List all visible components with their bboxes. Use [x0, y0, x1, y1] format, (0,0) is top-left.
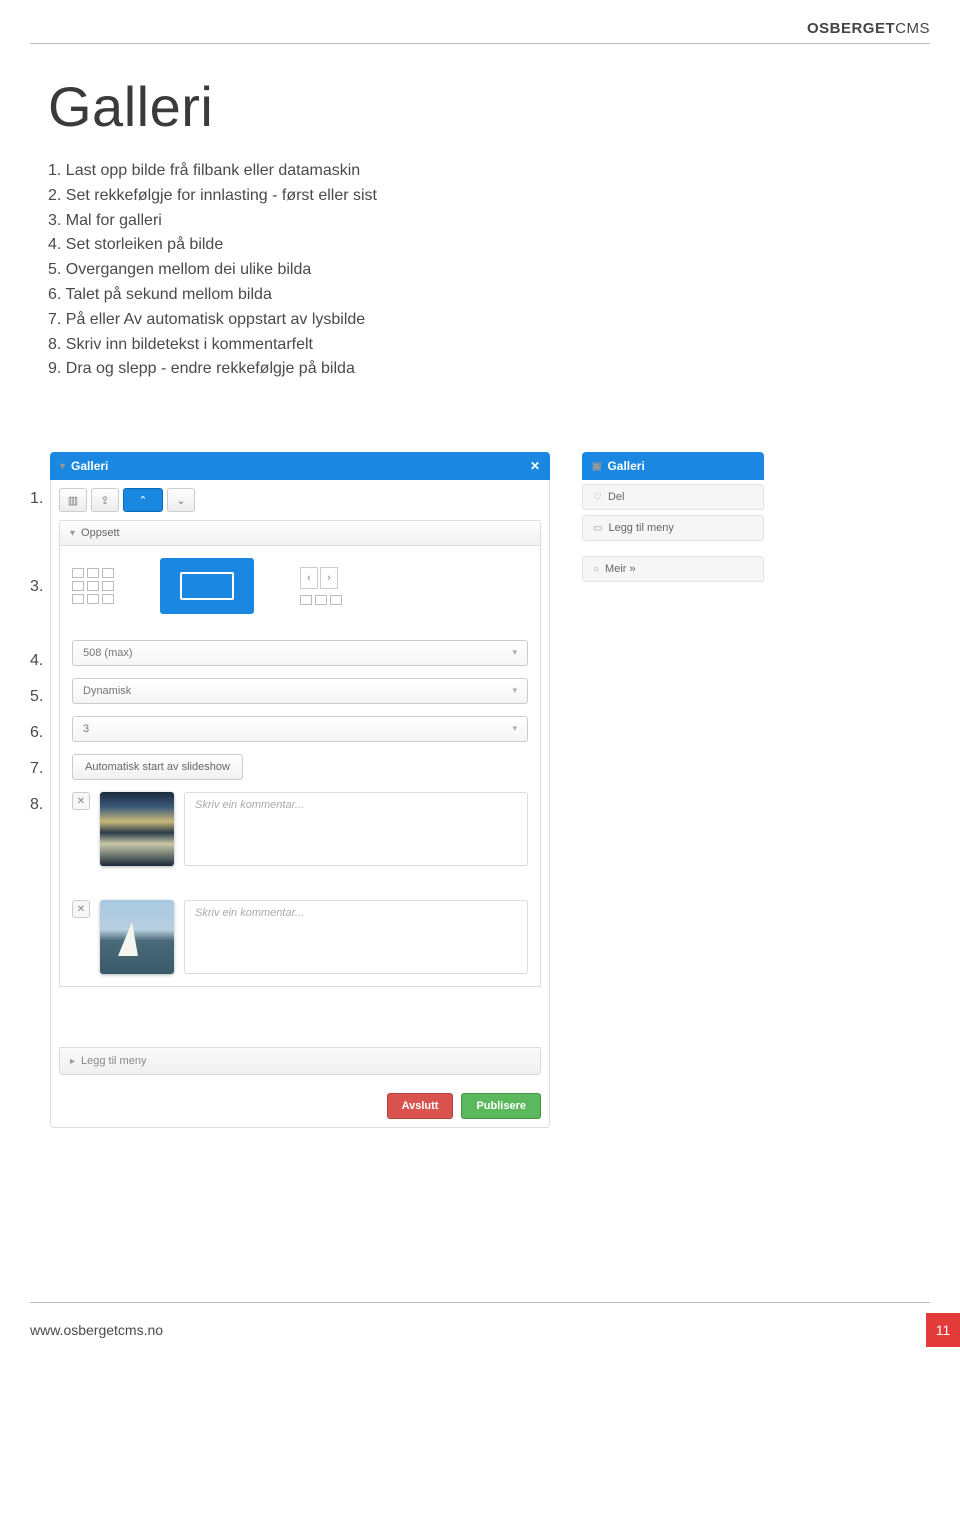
- sidebar-item-more[interactable]: ○ Meir »: [582, 556, 764, 582]
- instructions-list: 1. Last opp bilde frå filbank eller data…: [48, 159, 960, 382]
- comment-input[interactable]: Skriv ein kommentar...: [184, 792, 528, 866]
- side-panel-header[interactable]: ▣ Galleri: [582, 452, 764, 480]
- template-slideshow[interactable]: [160, 558, 254, 614]
- callout-7: 7.: [30, 760, 43, 778]
- page-title: Galleri: [48, 74, 960, 139]
- sidebar-item-label: Del: [608, 491, 625, 503]
- chevron-down-icon: ▾: [60, 461, 65, 472]
- callout-8: 8.: [30, 796, 43, 814]
- arrow-right-icon: ›: [320, 567, 338, 589]
- chevron-right-icon: ▸: [70, 1056, 75, 1067]
- callout-6: 6.: [30, 724, 43, 742]
- instruction-item: 7. På eller Av automatisk oppstart av ly…: [48, 308, 960, 333]
- comment-input[interactable]: Skriv ein kommentar...: [184, 900, 528, 974]
- brand-bold: OSBERGET: [807, 20, 895, 37]
- instruction-item: 2. Set rekkefølgje for innlasting - førs…: [48, 184, 960, 209]
- layout-template-options: ‹›: [72, 558, 528, 614]
- template-carousel[interactable]: ‹›: [300, 567, 342, 605]
- heart-icon: ♡: [593, 492, 602, 503]
- arrow-left-icon: ‹: [300, 567, 318, 589]
- add-menu-label: Legg til meny: [81, 1055, 146, 1067]
- instruction-item: 5. Overgangen mellom dei ulike bilda: [48, 258, 960, 283]
- accordion-body: ‹› 508 (max) Dynamisk 3 Automatisk start…: [59, 546, 541, 987]
- image-row[interactable]: ✕ Skriv ein kommentar...: [72, 900, 528, 974]
- chevron-down-icon: ▾: [70, 528, 75, 539]
- close-icon[interactable]: ✕: [530, 459, 540, 473]
- instruction-item: 8. Skriv inn bildetekst i kommentarfelt: [48, 333, 960, 358]
- sidebar-item-addmenu[interactable]: ▭ Legg til meny: [582, 515, 764, 541]
- accordion-oppsett[interactable]: ▾ Oppsett: [59, 520, 541, 546]
- panel-title: Galleri: [71, 459, 108, 473]
- transition-select[interactable]: Dynamisk: [72, 678, 528, 704]
- remove-image-button[interactable]: ✕: [72, 900, 90, 918]
- instruction-item: 3. Mal for galleri: [48, 209, 960, 234]
- cancel-button[interactable]: Avslutt: [387, 1093, 454, 1119]
- gallery-thumbnail[interactable]: [100, 900, 174, 974]
- page-footer: www.osbergetcms.no 11: [30, 1302, 930, 1347]
- template-grid[interactable]: [72, 568, 114, 604]
- header-divider: [30, 43, 930, 44]
- gallery-editor-panel: ▾ Galleri ✕ ▥ ⇪ ⌃ ⌄ ▾ Oppsett: [50, 452, 550, 1128]
- callout-1: 1.: [30, 490, 43, 508]
- accordion-label: Oppsett: [81, 527, 120, 539]
- upload-toolbar: ▥ ⇪ ⌃ ⌄: [59, 488, 541, 512]
- callout-5: 5.: [30, 688, 43, 706]
- callout-4: 4.: [30, 652, 43, 670]
- seconds-select[interactable]: 3: [72, 716, 528, 742]
- page-number: 11: [926, 1313, 960, 1347]
- gallery-thumbnail[interactable]: [100, 792, 174, 866]
- callout-3: 3.: [30, 578, 43, 596]
- folder-icon: ▭: [593, 523, 602, 534]
- upload-computer-button[interactable]: ⇪: [91, 488, 119, 512]
- instruction-item: 1. Last opp bilde frå filbank eller data…: [48, 159, 960, 184]
- image-icon: ▣: [592, 461, 601, 472]
- size-select[interactable]: 508 (max): [72, 640, 528, 666]
- image-row[interactable]: ✕ Skriv ein kommentar...: [72, 792, 528, 866]
- panel-body: ▥ ⇪ ⌃ ⌄ ▾ Oppsett: [50, 480, 550, 1128]
- action-buttons: Avslutt Publisere: [59, 1093, 541, 1119]
- side-panel-title: Galleri: [607, 459, 644, 473]
- panel-header[interactable]: ▾ Galleri ✕: [50, 452, 550, 480]
- gallery-side-panel: ▣ Galleri ♡ Del ▭ Legg til meny ○ Meir »: [582, 452, 764, 587]
- page-header: OSBERGETCMS: [0, 0, 960, 43]
- sidebar-item-label: Legg til meny: [608, 522, 673, 534]
- publish-button[interactable]: Publisere: [461, 1093, 541, 1119]
- plus-icon: ○: [593, 564, 599, 575]
- order-first-button[interactable]: ⌃: [123, 488, 163, 512]
- instruction-item: 9. Dra og slepp - endre rekkefølgje på b…: [48, 357, 960, 382]
- instruction-item: 6. Talet på sekund mellom bilda: [48, 283, 960, 308]
- autostart-toggle[interactable]: Automatisk start av slideshow: [72, 754, 243, 780]
- instruction-item: 4. Set storleiken på bilde: [48, 233, 960, 258]
- add-menu-button[interactable]: ▸ Legg til meny: [59, 1047, 541, 1075]
- sidebar-item-share[interactable]: ♡ Del: [582, 484, 764, 510]
- order-last-button[interactable]: ⌄: [167, 488, 195, 512]
- screenshot-area: 1. 2. 3. 4. 5. 6. 7. 8. 9. ▾ Galleri ✕ ▥…: [30, 452, 930, 1172]
- remove-image-button[interactable]: ✕: [72, 792, 90, 810]
- footer-url: www.osbergetcms.no: [30, 1322, 163, 1338]
- sidebar-item-label: Meir »: [605, 563, 636, 575]
- upload-filebank-button[interactable]: ▥: [59, 488, 87, 512]
- brand-light: CMS: [895, 20, 930, 37]
